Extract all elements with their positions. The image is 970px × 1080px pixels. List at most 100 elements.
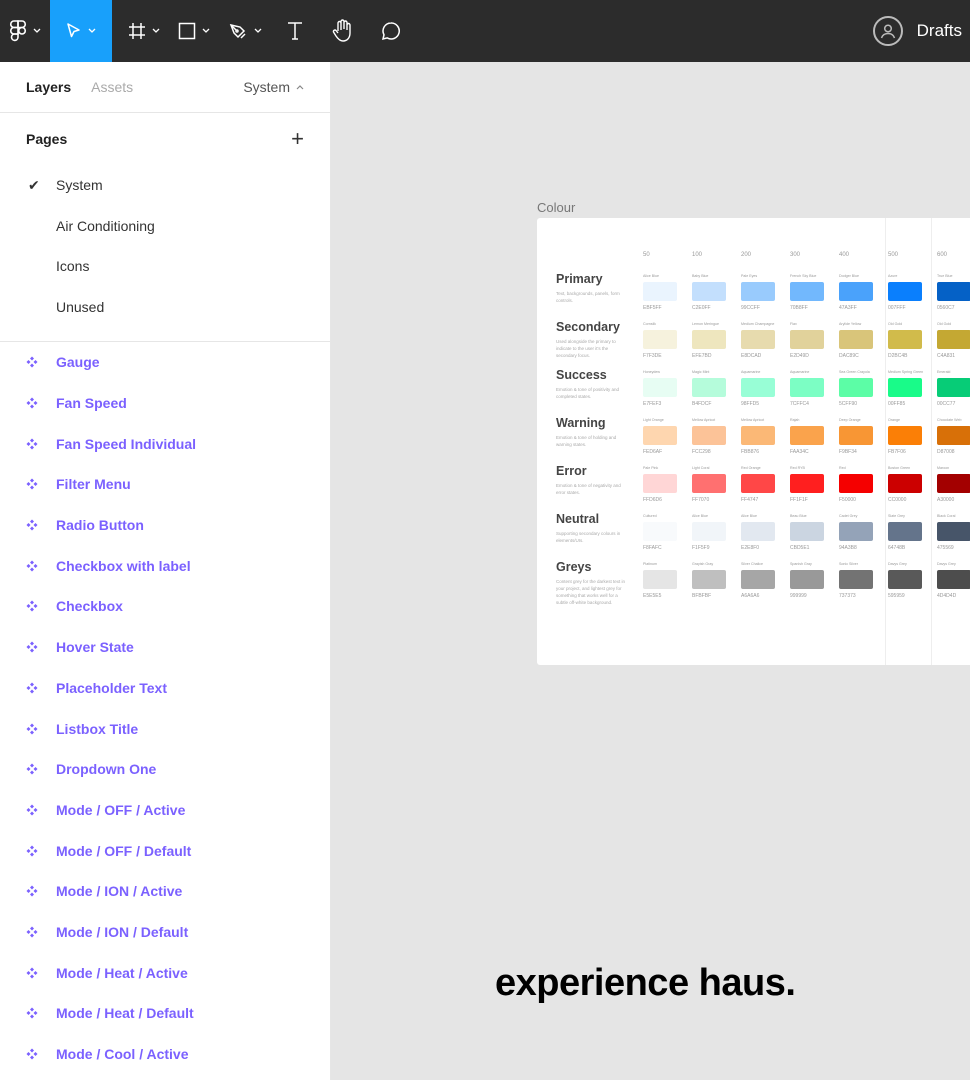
move-tool-button[interactable]	[50, 0, 112, 62]
add-page-button[interactable]: +	[291, 128, 304, 150]
color-swatch[interactable]	[888, 282, 922, 301]
color-swatch[interactable]	[692, 426, 726, 445]
pen-tool-button[interactable]	[219, 0, 271, 62]
color-swatch[interactable]	[839, 282, 873, 301]
text-tool-button[interactable]	[271, 0, 319, 62]
layer-item[interactable]: Mode / OFF / Active	[0, 790, 330, 831]
palette-description: Emotion & tone of positivity and complet…	[556, 387, 620, 399]
swatch-hex: 0560C7	[937, 305, 955, 311]
color-swatch[interactable]	[790, 282, 824, 301]
color-swatch[interactable]	[790, 426, 824, 445]
color-swatch[interactable]	[643, 522, 677, 541]
color-swatch[interactable]	[839, 570, 873, 589]
color-swatch[interactable]	[692, 378, 726, 397]
color-swatch[interactable]	[692, 522, 726, 541]
color-swatch[interactable]	[888, 522, 922, 541]
color-swatch[interactable]	[741, 522, 775, 541]
color-swatch[interactable]	[643, 474, 677, 493]
layer-item[interactable]: Checkbox with label	[0, 545, 330, 586]
color-swatch[interactable]	[839, 330, 873, 349]
layer-item-label: Mode / OFF / Active	[56, 801, 186, 818]
page-item-icons[interactable]: Icons	[0, 246, 330, 287]
layer-item[interactable]: Radio Button	[0, 505, 330, 546]
swatch-name: Silver Chalice	[741, 562, 763, 566]
layer-item[interactable]: Mode / Heat / Default	[0, 993, 330, 1034]
color-swatch[interactable]	[741, 330, 775, 349]
layer-item[interactable]: Placeholder Text	[0, 668, 330, 709]
component-icon	[26, 397, 38, 409]
color-swatch[interactable]	[839, 522, 873, 541]
color-swatch[interactable]	[692, 570, 726, 589]
color-swatch[interactable]	[790, 378, 824, 397]
color-swatch[interactable]	[937, 282, 970, 301]
layer-item[interactable]: Mode / ION / Active	[0, 871, 330, 912]
swatch-name: Lemon Meringue	[692, 322, 719, 326]
user-avatar[interactable]	[872, 16, 903, 46]
frame-label[interactable]: Colour	[537, 200, 575, 215]
tab-assets[interactable]: Assets	[91, 79, 133, 95]
color-swatch[interactable]	[888, 378, 922, 397]
tab-layers[interactable]: Layers	[26, 79, 71, 95]
comment-tool-button[interactable]	[367, 0, 415, 62]
color-swatch[interactable]	[888, 426, 922, 445]
color-swatch[interactable]	[839, 474, 873, 493]
layer-item[interactable]: Mode / Cool / Active	[0, 1034, 330, 1075]
color-swatch[interactable]	[741, 570, 775, 589]
frame-tool-button[interactable]	[112, 0, 169, 62]
colour-frame[interactable]: 50 100 200 300 400 500 600 Primary Text, backgro…	[537, 218, 970, 665]
color-swatch[interactable]	[692, 282, 726, 301]
color-swatch[interactable]	[839, 378, 873, 397]
layer-item[interactable]: Hover State	[0, 627, 330, 668]
layer-item[interactable]: Filter Menu	[0, 464, 330, 505]
drafts-breadcrumb[interactable]: Drafts	[917, 21, 962, 41]
page-selector[interactable]: System	[243, 79, 304, 95]
layer-item-label: Radio Button	[56, 517, 144, 534]
page-item-system[interactable]: ✔ System	[0, 165, 330, 206]
color-swatch[interactable]	[643, 570, 677, 589]
color-swatch[interactable]	[790, 570, 824, 589]
hand-tool-button[interactable]	[319, 0, 367, 62]
swatch-hex: 00FF85	[888, 401, 906, 407]
layer-item[interactable]: Mode / OFF / Default	[0, 830, 330, 871]
color-swatch[interactable]	[937, 378, 970, 397]
main-menu-button[interactable]	[0, 0, 50, 62]
color-swatch[interactable]	[937, 330, 970, 349]
layer-item[interactable]: Fan Speed	[0, 383, 330, 424]
color-swatch[interactable]	[790, 522, 824, 541]
component-icon-wrap	[26, 478, 56, 490]
color-swatch[interactable]	[888, 570, 922, 589]
swatch-hex: 98FFD5	[741, 401, 760, 407]
layer-item[interactable]: Gauge	[0, 342, 330, 383]
color-swatch[interactable]	[692, 330, 726, 349]
component-icon	[26, 641, 38, 653]
color-swatch[interactable]	[937, 522, 970, 541]
component-icon	[26, 845, 38, 857]
color-swatch[interactable]	[643, 282, 677, 301]
swatch-name: Maroon	[937, 466, 950, 470]
color-swatch[interactable]	[741, 474, 775, 493]
layer-item[interactable]: Dropdown One	[0, 749, 330, 790]
color-swatch[interactable]	[790, 330, 824, 349]
layer-item[interactable]: Fan Speed Individual	[0, 423, 330, 464]
page-item-air-conditioning[interactable]: Air Conditioning	[0, 206, 330, 247]
layer-item[interactable]: Checkbox	[0, 586, 330, 627]
color-swatch[interactable]	[643, 426, 677, 445]
color-swatch[interactable]	[937, 426, 970, 445]
shape-tool-button[interactable]	[169, 0, 219, 62]
color-swatch[interactable]	[888, 474, 922, 493]
color-swatch[interactable]	[888, 330, 922, 349]
color-swatch[interactable]	[741, 378, 775, 397]
color-swatch[interactable]	[937, 570, 970, 589]
layer-item[interactable]: Mode / ION / Default	[0, 912, 330, 953]
color-swatch[interactable]	[692, 474, 726, 493]
color-swatch[interactable]	[643, 330, 677, 349]
color-swatch[interactable]	[643, 378, 677, 397]
page-item-unused[interactable]: Unused	[0, 287, 330, 328]
layer-item[interactable]: Listbox Title	[0, 708, 330, 749]
layer-item[interactable]: Mode / Heat / Active	[0, 952, 330, 993]
color-swatch[interactable]	[937, 474, 970, 493]
color-swatch[interactable]	[790, 474, 824, 493]
color-swatch[interactable]	[741, 426, 775, 445]
color-swatch[interactable]	[741, 282, 775, 301]
color-swatch[interactable]	[839, 426, 873, 445]
